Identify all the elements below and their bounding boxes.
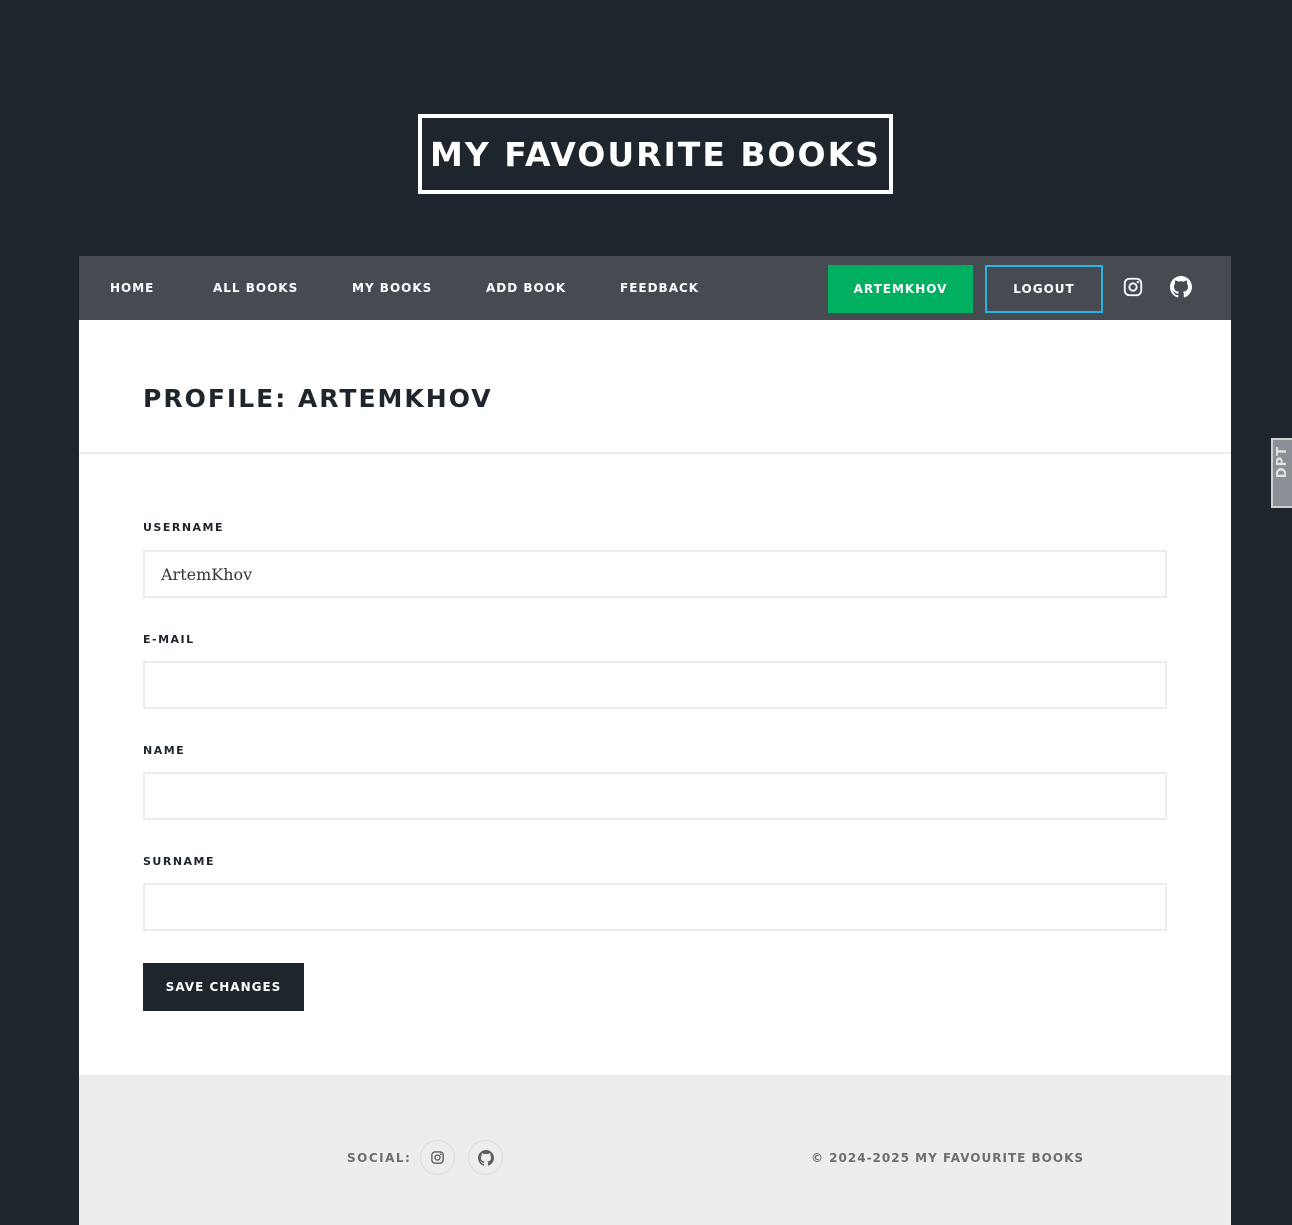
site-title: MY FAVOURITE BOOKS [430,134,881,174]
social-label: SOCIAL: [347,1151,412,1165]
nav-item-home[interactable]: HOME [110,256,154,320]
footer-instagram-link[interactable] [420,1140,455,1175]
surname-label: SURNAME [143,855,216,868]
name-field[interactable] [143,772,1167,820]
profile-panel: PROFILE: ARTEMKHOV USERNAME E-MAIL NAME … [79,320,1231,1075]
footer-github-link[interactable] [468,1140,503,1175]
nav-item-my-books[interactable]: MY BOOKS [352,256,432,320]
title-divider [79,452,1231,454]
user-profile-button[interactable]: ARTEMKHOV [828,265,973,313]
instagram-icon [431,1151,444,1164]
name-label: NAME [143,744,186,757]
nav-item-feedback[interactable]: FEEDBACK [620,256,699,320]
logout-button[interactable]: LOGOUT [985,265,1103,313]
nav-item-add-book[interactable]: ADD BOOK [486,256,566,320]
surname-field[interactable] [143,883,1167,931]
username-field[interactable] [143,550,1167,598]
copyright-text: © 2024-2025 MY FAVOURITE BOOKS [811,1151,1085,1165]
save-changes-button[interactable]: SAVE CHANGES [143,963,304,1011]
github-icon [477,1149,494,1166]
github-icon[interactable] [1170,276,1192,298]
site-header: MY FAVOURITE BOOKS [0,0,1292,256]
side-tab[interactable]: DPT [1271,438,1292,508]
page-title: PROFILE: ARTEMKHOV [143,384,493,413]
email-label: E-MAIL [143,633,195,646]
main-nav: HOME ALL BOOKS MY BOOKS ADD BOOK FEEDBAC… [79,256,1231,320]
site-footer: SOCIAL: © 2024-2025 MY FAVOURITE BOOKS [79,1075,1231,1225]
save-changes-label: SAVE CHANGES [165,980,282,994]
site-logo[interactable]: MY FAVOURITE BOOKS [418,114,893,194]
username-label: USERNAME [143,521,225,534]
instagram-icon[interactable] [1122,276,1144,298]
user-profile-label: ARTEMKHOV [853,282,948,296]
logout-label: LOGOUT [1013,282,1075,296]
email-field[interactable] [143,661,1167,709]
nav-item-all-books[interactable]: ALL BOOKS [213,256,298,320]
side-tab-label: DPT [1275,446,1290,479]
